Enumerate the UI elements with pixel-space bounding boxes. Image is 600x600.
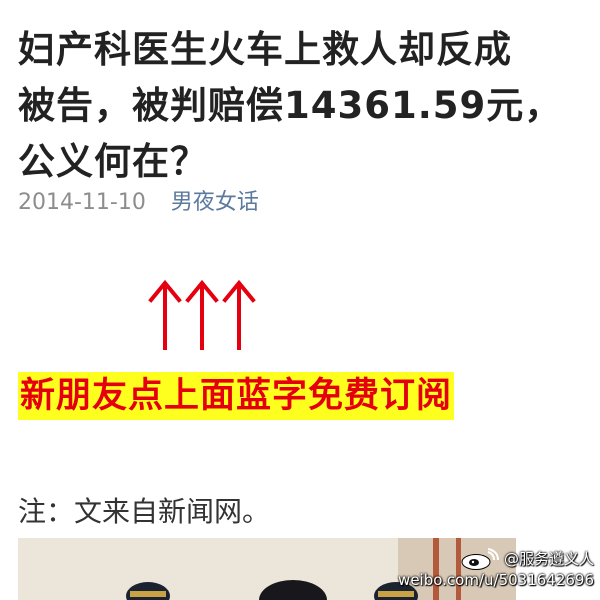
weibo-watermark: @服务遵义人 weibo.com/u/5031642696 xyxy=(398,548,594,591)
subscribe-banner: 新朋友点上面蓝字免费订阅 xyxy=(18,372,455,420)
publish-date: 2014-11-10 xyxy=(18,190,146,215)
article-title-line: 妇产科医生火车上救人却反成 xyxy=(18,28,512,71)
source-note: 注：文来自新闻网。 xyxy=(18,495,271,528)
watermark-url: weibo.com/u/5031642696 xyxy=(398,571,594,589)
article-meta: 2014-11-10 男夜女话 xyxy=(18,187,259,219)
up-arrow-icon xyxy=(185,279,219,350)
author-link[interactable]: 男夜女话 xyxy=(171,190,259,215)
up-arrows-icon xyxy=(148,279,256,350)
article-title: 妇产科医生火车上救人却反成 被告，被判赔偿14361.59元， 公义何在？ xyxy=(18,22,588,190)
article-title-line: 公义何在？ xyxy=(18,140,208,183)
article-title-line: 被告，被判赔偿14361.59元， xyxy=(18,84,563,127)
weibo-logo-icon xyxy=(461,548,499,570)
up-arrow-icon xyxy=(148,279,182,350)
watermark-handle: @服务遵义人 xyxy=(503,549,594,568)
up-arrow-icon xyxy=(222,279,256,350)
